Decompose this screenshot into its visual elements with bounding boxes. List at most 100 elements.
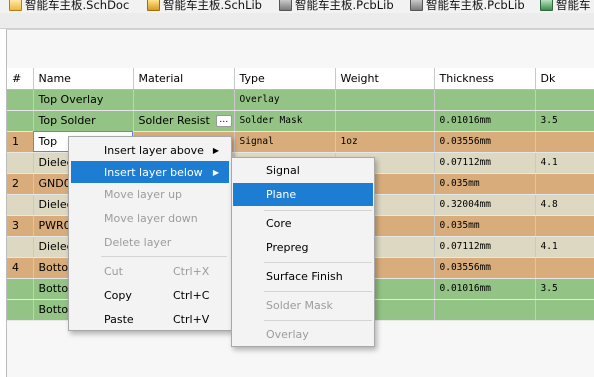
- submenu-arrow-icon: ▶: [212, 145, 219, 155]
- column-header-number[interactable]: #: [7, 68, 34, 90]
- column-header-name[interactable]: Name: [33, 68, 134, 90]
- cell-type[interactable]: Overlay: [234, 89, 336, 111]
- cell-dk[interactable]: 4.1: [535, 152, 594, 174]
- cell-num-value: 3: [12, 219, 19, 232]
- column-header-material[interactable]: Material: [133, 68, 235, 90]
- cell-dk[interactable]: [535, 173, 594, 195]
- cell-thickness-value: 0.01016mm: [439, 115, 491, 126]
- cell-num[interactable]: [7, 299, 34, 321]
- cell-dk[interactable]: [535, 257, 594, 279]
- cell-dk[interactable]: [535, 131, 594, 153]
- menu-item-paste[interactable]: Paste Ctrl+V: [71, 308, 229, 330]
- layer-context-menu: Insert layer above ▶ Insert layer below …: [68, 136, 232, 331]
- cell-type[interactable]: Signal: [234, 131, 336, 153]
- submenu-item-plane[interactable]: Plane: [233, 183, 373, 206]
- cell-thickness[interactable]: 0.03556mm: [434, 131, 536, 153]
- cell-material[interactable]: [133, 89, 235, 111]
- submenu-item-overlay[interactable]: Overlay: [233, 323, 373, 346]
- cell-thickness[interactable]: 0.07112mm: [434, 152, 536, 174]
- cell-num[interactable]: [7, 89, 34, 111]
- cell-dk-value: 3.5: [540, 115, 558, 126]
- cell-thickness[interactable]: [434, 299, 536, 321]
- cell-name[interactable]: Top Solder: [33, 110, 134, 132]
- cell-thickness-value: 0.03556mm: [439, 262, 491, 273]
- submenu-item-label: Signal: [266, 164, 300, 177]
- cell-dk[interactable]: [535, 299, 594, 321]
- menu-item-move-layer-down[interactable]: Move layer down: [71, 207, 229, 229]
- cell-thickness[interactable]: [434, 89, 536, 111]
- submenu-item-label: Solder Mask: [266, 299, 333, 312]
- document-tab-pcblib-2[interactable]: 智能车主板.PcbLib: [410, 0, 525, 13]
- cell-thickness[interactable]: 0.32004mm: [434, 194, 536, 216]
- cell-dk[interactable]: [535, 89, 594, 111]
- cell-num[interactable]: [7, 152, 34, 174]
- schematic-library-icon: [147, 0, 160, 11]
- cell-type[interactable]: Solder Mask: [234, 110, 336, 132]
- cell-num[interactable]: 1: [7, 131, 34, 153]
- submenu-item-prepreg[interactable]: Prepreg: [233, 236, 373, 259]
- column-header-dk[interactable]: Dk: [535, 68, 594, 90]
- menu-item-shortcut: Ctrl+X: [173, 264, 210, 278]
- cell-name[interactable]: Top Overlay: [33, 89, 134, 111]
- menu-item-label: Insert layer above: [104, 143, 204, 157]
- submenu-item-label: Plane: [266, 188, 297, 201]
- document-tab-pcblib[interactable]: 智能车主板.PcbLib: [279, 0, 394, 13]
- column-header-thickness[interactable]: Thickness: [434, 68, 536, 90]
- cell-thickness[interactable]: 0.07112mm: [434, 236, 536, 258]
- cell-name-value: PWR0: [38, 219, 71, 232]
- cell-weight[interactable]: 1oz: [335, 131, 435, 153]
- layer-row[interactable]: Top Overlay Overlay: [7, 89, 594, 111]
- menu-item-delete-layer[interactable]: Delete layer: [71, 231, 229, 253]
- cell-thickness[interactable]: 0.01016mm: [434, 278, 536, 300]
- cell-dk[interactable]: 3.5: [535, 278, 594, 300]
- cell-num[interactable]: [7, 236, 34, 258]
- document-tab-pcbdoc[interactable]: 智能车: [540, 0, 591, 13]
- menu-separator: [264, 320, 372, 321]
- cell-thickness[interactable]: 0.01016mm: [434, 110, 536, 132]
- menu-item-insert-layer-below[interactable]: Insert layer below ▶: [71, 161, 229, 183]
- tab-label: 智能车主板.PcbLib: [426, 0, 525, 12]
- cell-num[interactable]: 3: [7, 215, 34, 237]
- submenu-item-core[interactable]: Core: [233, 212, 373, 235]
- cell-num[interactable]: [7, 110, 34, 132]
- submenu-item-signal[interactable]: Signal: [233, 159, 373, 182]
- cell-dk[interactable]: [535, 215, 594, 237]
- column-header-type[interactable]: Type: [234, 68, 336, 90]
- cell-dk[interactable]: 4.8: [535, 194, 594, 216]
- cell-num[interactable]: 4: [7, 257, 34, 279]
- cell-dk[interactable]: 3.5: [535, 110, 594, 132]
- cell-type-value: Overlay: [239, 94, 280, 105]
- cell-material-value: Solder Resist: [138, 114, 210, 127]
- document-tab-schlib[interactable]: 智能车主板.SchLib: [147, 0, 262, 13]
- cell-num[interactable]: [7, 194, 34, 216]
- cell-material[interactable]: Solder Resist …: [133, 110, 235, 132]
- menu-separator: [264, 210, 372, 211]
- menu-item-move-layer-up[interactable]: Move layer up: [71, 183, 229, 205]
- layer-row[interactable]: Top Solder Solder Resist … Solder Mask 0.010…: [7, 110, 594, 132]
- material-browse-button[interactable]: …: [215, 115, 232, 127]
- submenu-item-solder-mask[interactable]: Solder Mask: [233, 294, 373, 317]
- document-tab-schdoc[interactable]: 智能车主板.SchDoc: [9, 0, 129, 13]
- cell-weight[interactable]: [335, 89, 435, 111]
- submenu-item-surface-finish[interactable]: Surface Finish: [233, 265, 373, 288]
- cell-name-value: Top: [38, 135, 58, 148]
- cell-weight[interactable]: [335, 110, 435, 132]
- cell-num[interactable]: [7, 278, 34, 300]
- cell-thickness-value: 0.035mm: [439, 220, 480, 231]
- menu-item-cut[interactable]: Cut Ctrl+X: [71, 260, 229, 282]
- cell-thickness[interactable]: 0.03556mm: [434, 257, 536, 279]
- cell-thickness[interactable]: 0.035mm: [434, 215, 536, 237]
- cell-dk[interactable]: 4.1: [535, 236, 594, 258]
- column-header-weight[interactable]: Weight: [335, 68, 435, 90]
- pcb-library-icon: [410, 0, 423, 11]
- menu-item-copy[interactable]: Copy Ctrl+C: [71, 284, 229, 306]
- menu-item-insert-layer-above[interactable]: Insert layer above ▶: [71, 139, 229, 161]
- cell-name-value: Top Overlay: [38, 93, 104, 106]
- cell-thickness-value: 0.07112mm: [439, 241, 491, 252]
- cell-num[interactable]: 2: [7, 173, 34, 195]
- cell-dk-value: 4.8: [540, 199, 558, 210]
- tab-label: 智能车主板.PcbLib: [295, 0, 394, 12]
- cell-thickness[interactable]: 0.035mm: [434, 173, 536, 195]
- submenu-item-label: Core: [266, 217, 292, 230]
- menu-separator: [101, 256, 227, 257]
